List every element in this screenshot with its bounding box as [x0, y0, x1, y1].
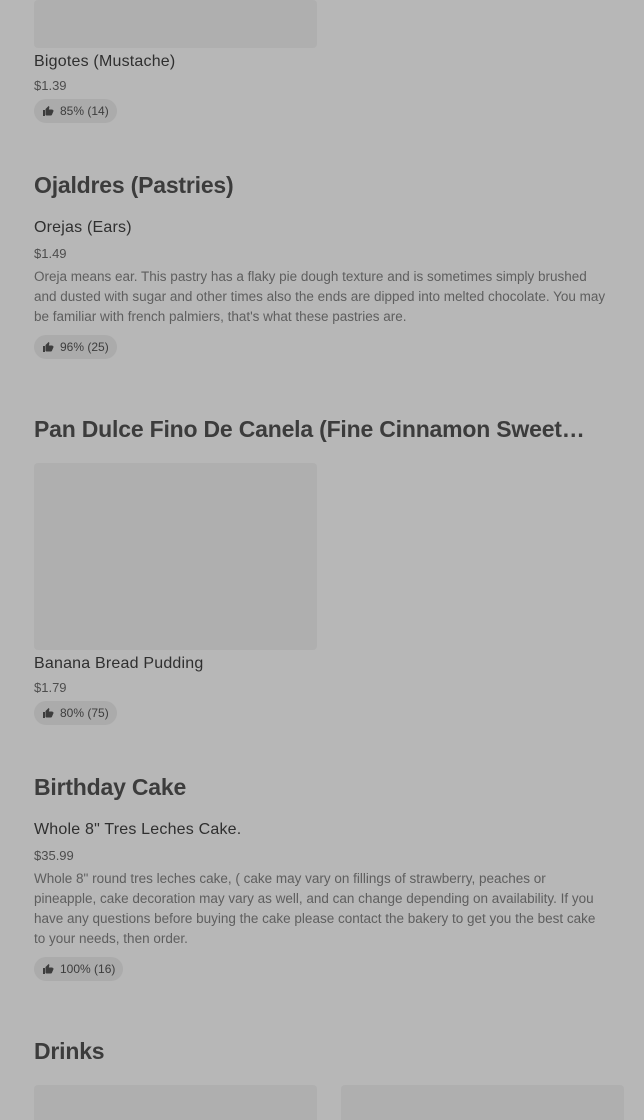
item-price: $35.99	[34, 848, 74, 863]
section-title: Pan Dulce Fino De Canela (Fine Cinnamon …	[34, 416, 585, 442]
rating-badge: 96% (25)	[34, 335, 117, 359]
item-name[interactable]: Whole 8" Tres Leches Cake.	[34, 821, 241, 839]
thumbs-up-icon	[43, 708, 54, 718]
item-price: $1.79	[34, 680, 67, 695]
item-name[interactable]: Orejas (Ears)	[34, 219, 132, 237]
rating-text: 96% (25)	[60, 340, 109, 354]
item-image-banana-bread-pudding[interactable]	[34, 463, 317, 650]
section-title: Birthday Cake	[34, 774, 187, 800]
item-description: Oreja means ear. This pastry has a flaky…	[34, 269, 606, 324]
item-image-drink-1[interactable]	[34, 1085, 317, 1120]
rating-badge: 100% (16)	[34, 957, 124, 981]
thumbs-up-icon	[43, 106, 54, 116]
item-image-bigotes[interactable]	[34, 0, 317, 48]
rating-badge: 85% (14)	[34, 99, 117, 123]
section-title: Ojaldres (Pastries)	[34, 172, 234, 198]
rating-text: 80% (75)	[60, 706, 109, 720]
item-name[interactable]: Banana Bread Pudding	[34, 655, 203, 673]
rating-text: 85% (14)	[60, 104, 109, 118]
section-title: Drinks	[34, 1038, 105, 1064]
thumbs-up-icon	[43, 342, 54, 352]
item-image-drink-2[interactable]	[341, 1085, 624, 1120]
item-price: $1.49	[34, 246, 67, 261]
rating-badge: 80% (75)	[34, 701, 117, 725]
item-price: $1.39	[34, 78, 67, 93]
item-description: Whole 8" round tres leches cake, ( cake …	[34, 871, 596, 946]
item-name[interactable]: Bigotes (Mustache)	[34, 53, 175, 71]
thumbs-up-icon	[43, 964, 54, 974]
rating-text: 100% (16)	[60, 962, 116, 976]
